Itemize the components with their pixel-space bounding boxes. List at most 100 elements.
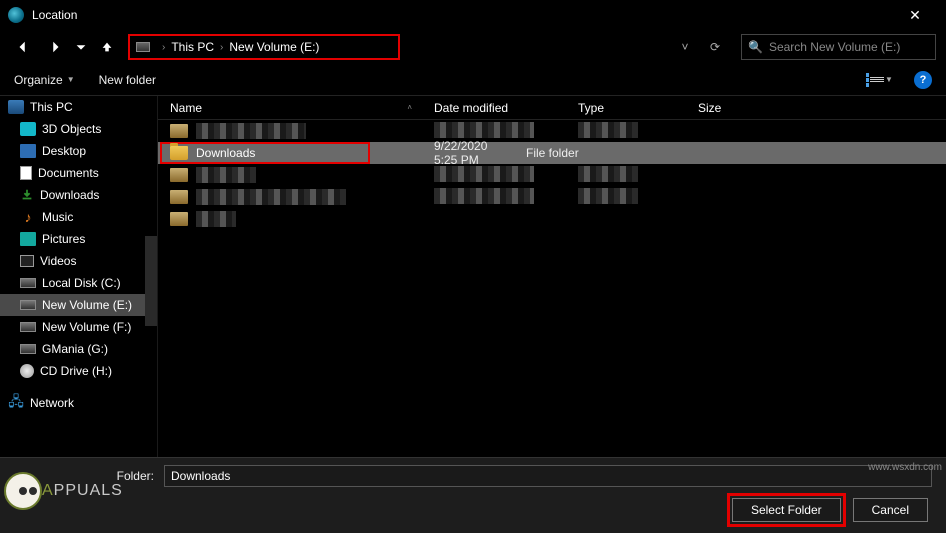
file-row-redacted[interactable] bbox=[158, 164, 946, 186]
up-button[interactable] bbox=[94, 34, 120, 60]
title-bar: Location ✕ bbox=[0, 0, 946, 30]
sidebar-item-label: GMania (G:) bbox=[42, 342, 108, 356]
sidebar-item-local-disk-c[interactable]: Local Disk (C:) bbox=[0, 272, 157, 294]
scrollbar[interactable] bbox=[145, 236, 157, 326]
organize-label: Organize bbox=[14, 73, 63, 87]
drive-icon bbox=[20, 344, 36, 354]
sidebar-item-label: This PC bbox=[30, 100, 73, 114]
sidebar-item-label: Music bbox=[42, 210, 73, 224]
toolbar: Organize ▼ New folder ▼ ? bbox=[0, 64, 946, 96]
help-button[interactable]: ? bbox=[914, 71, 932, 89]
app-icon bbox=[8, 7, 24, 23]
breadcrumb-dropdown[interactable]: ˅ bbox=[673, 35, 697, 59]
close-button[interactable]: ✕ bbox=[892, 0, 938, 30]
file-list: Name˄ Date modified Type Size Downloads … bbox=[158, 96, 946, 457]
sidebar-item-music[interactable]: ♪ Music bbox=[0, 206, 157, 228]
select-folder-button[interactable]: Select Folder bbox=[732, 498, 841, 522]
organize-menu[interactable]: Organize ▼ bbox=[14, 73, 75, 87]
breadcrumb[interactable]: › This PC › New Volume (E:) bbox=[128, 34, 400, 60]
sidebar-network[interactable]: 🖧 Network bbox=[0, 392, 157, 414]
file-row-redacted[interactable] bbox=[158, 186, 946, 208]
bottom-panel: Folder: Select Folder Cancel bbox=[0, 457, 946, 533]
music-icon: ♪ bbox=[20, 210, 36, 224]
folder-icon bbox=[170, 212, 188, 226]
cube-icon bbox=[20, 122, 36, 136]
new-folder-button[interactable]: New folder bbox=[99, 73, 156, 87]
sidebar-item-label: Documents bbox=[38, 166, 99, 180]
file-name: Downloads bbox=[196, 146, 255, 160]
sidebar-item-pictures[interactable]: Pictures bbox=[0, 228, 157, 250]
sidebar-item-cd-drive-h[interactable]: CD Drive (H:) bbox=[0, 360, 157, 382]
drive-icon bbox=[20, 322, 36, 332]
sidebar-item-3d[interactable]: 3D Objects bbox=[0, 118, 157, 140]
folder-icon bbox=[170, 190, 188, 204]
watermark-logo: APPUALS bbox=[4, 469, 124, 513]
chevron-right-icon: › bbox=[162, 42, 165, 53]
sidebar-item-label: New Volume (F:) bbox=[42, 320, 131, 334]
drive-icon bbox=[136, 42, 150, 52]
sidebar-item-label: CD Drive (H:) bbox=[40, 364, 112, 378]
sidebar-item-documents[interactable]: Documents bbox=[0, 162, 157, 184]
sidebar-item-label: Local Disk (C:) bbox=[42, 276, 121, 290]
download-icon bbox=[20, 188, 34, 202]
document-icon bbox=[20, 166, 32, 180]
network-icon: 🖧 bbox=[8, 396, 24, 410]
mascot-icon bbox=[4, 472, 42, 510]
file-row-downloads[interactable]: Downloads 9/22/2020 5:25 PM File folder bbox=[158, 142, 946, 164]
breadcrumb-drive[interactable]: New Volume (E:) bbox=[229, 40, 319, 54]
column-headers: Name˄ Date modified Type Size bbox=[158, 96, 946, 120]
sidebar-item-label: Network bbox=[30, 396, 74, 410]
sidebar-item-label: New Volume (E:) bbox=[42, 298, 132, 312]
refresh-button[interactable]: ⟳ bbox=[703, 35, 727, 59]
main-area: This PC 3D Objects Desktop Documents Dow… bbox=[0, 96, 946, 457]
sidebar: This PC 3D Objects Desktop Documents Dow… bbox=[0, 96, 158, 457]
breadcrumb-root[interactable]: This PC bbox=[171, 40, 214, 54]
sidebar-item-label: Desktop bbox=[42, 144, 86, 158]
column-date[interactable]: Date modified bbox=[422, 101, 566, 115]
folder-icon bbox=[170, 146, 188, 160]
file-row-redacted[interactable] bbox=[158, 208, 946, 230]
pictures-icon bbox=[20, 232, 36, 246]
sidebar-item-new-volume-e[interactable]: New Volume (E:) bbox=[0, 294, 157, 316]
desktop-icon bbox=[20, 144, 36, 158]
sidebar-item-new-volume-f[interactable]: New Volume (F:) bbox=[0, 316, 157, 338]
sidebar-item-gmania-g[interactable]: GMania (G:) bbox=[0, 338, 157, 360]
cancel-button[interactable]: Cancel bbox=[853, 498, 928, 522]
search-input[interactable]: 🔍 Search New Volume (E:) bbox=[741, 34, 936, 60]
sidebar-item-desktop[interactable]: Desktop bbox=[0, 140, 157, 162]
pc-icon bbox=[8, 100, 24, 114]
cd-icon bbox=[20, 364, 34, 378]
drive-icon bbox=[20, 300, 36, 310]
chevron-right-icon: › bbox=[220, 42, 223, 53]
file-row-redacted[interactable] bbox=[158, 120, 946, 142]
video-icon bbox=[20, 255, 34, 267]
sort-indicator-icon: ˄ bbox=[407, 103, 412, 112]
back-button[interactable] bbox=[10, 34, 36, 60]
folder-icon bbox=[170, 168, 188, 182]
sidebar-this-pc[interactable]: This PC bbox=[0, 96, 157, 118]
chevron-down-icon: ▼ bbox=[885, 75, 893, 84]
sidebar-item-label: Videos bbox=[40, 254, 76, 268]
recent-dropdown[interactable] bbox=[74, 34, 88, 60]
window-title: Location bbox=[32, 8, 892, 22]
search-icon: 🔍 bbox=[748, 40, 763, 54]
site-watermark: www.wsxdn.com bbox=[868, 462, 942, 473]
column-name[interactable]: Name˄ bbox=[158, 101, 422, 115]
new-folder-label: New folder bbox=[99, 73, 156, 87]
forward-button[interactable] bbox=[42, 34, 68, 60]
view-options[interactable]: ▼ bbox=[866, 71, 898, 89]
sidebar-item-label: 3D Objects bbox=[42, 122, 101, 136]
column-size[interactable]: Size bbox=[686, 101, 766, 115]
search-placeholder: Search New Volume (E:) bbox=[769, 40, 900, 54]
sidebar-item-downloads[interactable]: Downloads bbox=[0, 184, 157, 206]
drive-icon bbox=[20, 278, 36, 288]
file-date: 9/22/2020 5:25 PM bbox=[370, 139, 514, 167]
sidebar-item-videos[interactable]: Videos bbox=[0, 250, 157, 272]
sidebar-item-label: Downloads bbox=[40, 188, 99, 202]
chevron-down-icon: ▼ bbox=[67, 75, 75, 84]
folder-input[interactable] bbox=[164, 465, 932, 487]
sidebar-item-label: Pictures bbox=[42, 232, 85, 246]
nav-row: › This PC › New Volume (E:) ˅ ⟳ 🔍 Search… bbox=[0, 30, 946, 64]
column-type[interactable]: Type bbox=[566, 101, 686, 115]
folder-icon bbox=[170, 124, 188, 138]
